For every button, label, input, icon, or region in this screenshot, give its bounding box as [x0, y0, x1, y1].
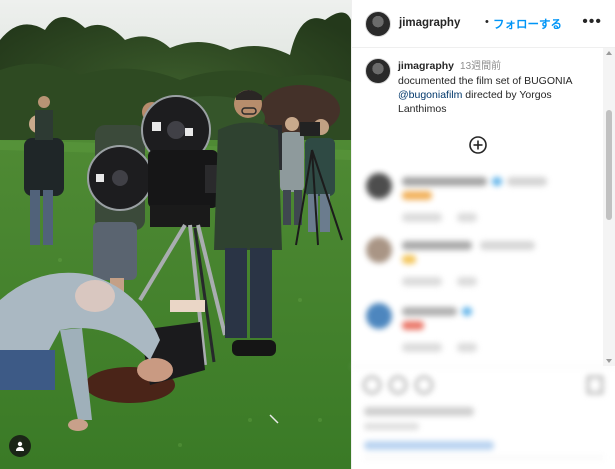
comment-name-bar — [402, 177, 487, 186]
comments-scrollbar[interactable] — [603, 48, 615, 366]
caption-timestamp[interactable]: 13週間前 — [460, 61, 501, 72]
comment-name-bar — [402, 241, 472, 250]
user-tag-icon[interactable] — [9, 435, 31, 457]
comment-reply-bar — [457, 213, 477, 222]
comment-list — [352, 165, 606, 365]
comment-name-bar — [402, 307, 457, 316]
likes-bar — [364, 407, 474, 416]
header-separator: • — [485, 16, 489, 28]
comment-avatar — [366, 237, 392, 263]
comment-meta-bar — [402, 343, 442, 352]
instagram-post-dialog: jimagraphy • フォローする ••• jimagraphy 13週間前 … — [0, 0, 615, 469]
plus-circle-icon[interactable] — [468, 135, 488, 155]
film-set-photograph — [0, 0, 351, 469]
post-side-panel: jimagraphy • フォローする ••• jimagraphy 13週間前 … — [351, 0, 615, 469]
comment-icon[interactable] — [389, 376, 407, 394]
save-icon[interactable] — [587, 376, 603, 394]
caption-avatar-icon[interactable] — [365, 58, 391, 84]
comment-emoji-bar — [402, 255, 416, 264]
comment-reply-bar — [457, 343, 477, 352]
comment-meta-bar — [402, 277, 442, 286]
caption-line-3: Lanthimos — [398, 103, 447, 115]
comment-emoji-bar — [402, 191, 432, 200]
post-actions-footer — [352, 366, 615, 469]
footer-divider — [364, 457, 604, 458]
caption-username-link[interactable]: jimagraphy — [398, 60, 454, 72]
comment-avatar — [366, 173, 392, 199]
scroll-down-arrow-icon[interactable] — [606, 359, 612, 363]
post-header: jimagraphy • フォローする ••• — [352, 0, 615, 48]
comment-emoji-bar — [402, 321, 424, 330]
comment-text-bar — [480, 241, 535, 250]
like-icon[interactable] — [363, 376, 381, 394]
comment-reply-bar — [457, 277, 477, 286]
blurred-actions — [363, 376, 604, 458]
add-comment-bar[interactable] — [364, 441, 494, 450]
caption-text: jimagraphy 13週間前 documented the film set … — [398, 59, 598, 116]
comment-text-bar — [507, 177, 547, 186]
more-options-icon[interactable]: ••• — [582, 14, 602, 30]
user-silhouette-icon — [16, 441, 24, 451]
scroll-thumb[interactable] — [606, 110, 612, 220]
comment-badge — [492, 177, 502, 186]
follow-button[interactable]: フォローする — [493, 16, 562, 32]
load-more-comments-icon — [469, 136, 487, 154]
post-photo[interactable] — [0, 0, 351, 469]
share-icon[interactable] — [415, 376, 433, 394]
header-username-link[interactable]: jimagraphy — [399, 17, 460, 29]
comment-avatar — [366, 303, 392, 329]
comment-badge — [462, 307, 472, 316]
scroll-up-arrow-icon[interactable] — [606, 51, 612, 55]
date-bar — [364, 423, 419, 430]
comment-meta-bar — [402, 213, 442, 222]
mention-link[interactable]: @bugoniafilm — [398, 89, 462, 101]
caption-line-2-rest: directed by Yorgos — [462, 89, 552, 101]
avatar-icon[interactable] — [365, 11, 391, 37]
caption-line-1: documented the film set of BUGONIA — [398, 75, 573, 87]
